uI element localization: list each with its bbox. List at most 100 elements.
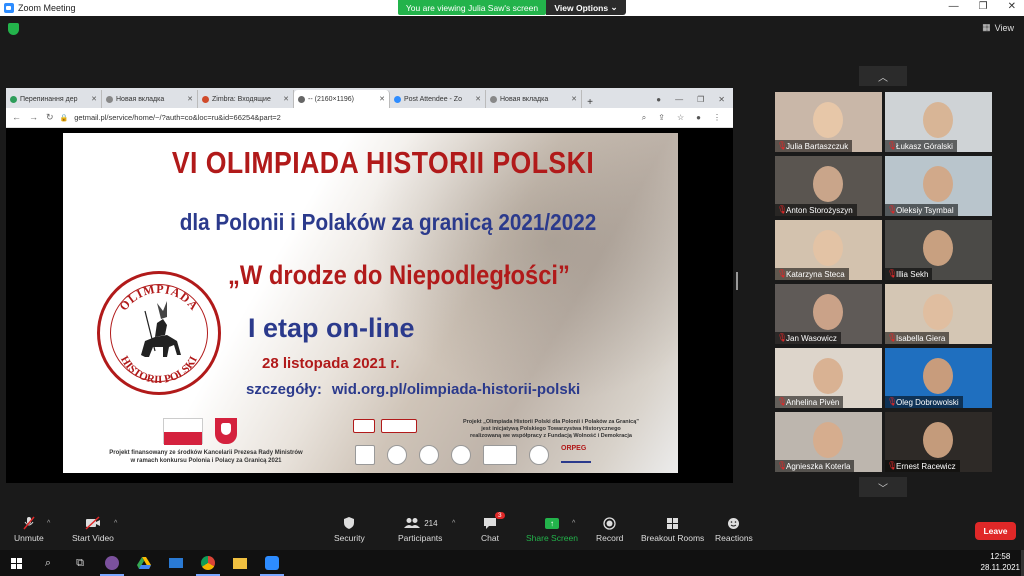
back-icon[interactable]: ← [12,112,21,123]
tab-close-icon[interactable]: ✕ [187,95,193,103]
reactions-button[interactable]: Reactions [715,516,753,543]
chat-button[interactable]: 3 Chat [481,512,505,543]
project-line: Projekt „Olimpiada Historii Polski dla P… [462,419,640,425]
forward-icon[interactable]: → [29,112,38,123]
close-icon[interactable]: ✕ [1008,1,1016,12]
browser-tab-active[interactable]: -- (2160×1196) ✕ [294,90,390,108]
breakout-rooms-label: Breakout Rooms [641,533,705,543]
mail-icon[interactable] [160,550,192,576]
chat-label: Chat [481,533,499,543]
tab-label: Перепинання дер [20,95,78,103]
window-controls: — ❐ ✕ [949,1,1016,12]
partner-logos-top [353,419,417,433]
breakout-rooms-button[interactable]: Breakout Rooms [641,516,704,543]
participant-video [813,294,843,330]
participant-tile[interactable]: 🎙 Jan Wasowicz [775,284,882,344]
participant-tile[interactable]: 🎙 Julia Bartaszczuk [775,92,882,152]
task-view-icon[interactable]: ⧉ [64,550,96,576]
view-label: View [994,22,1014,33]
project-line: jest inicjatywą Polskiego Towarzystwa Hi… [481,426,621,432]
muted-mic-icon: 🎙 [777,205,788,214]
browser-tab[interactable]: Zimbra: Входящие ✕ [198,90,294,108]
share-icon[interactable]: ⇪ [658,113,665,123]
participant-tile[interactable]: 🎙 Oleksiy Tsymbal [885,156,992,216]
zoom-taskbar-icon[interactable] [256,550,288,576]
institution-logo-icon [419,445,439,465]
tab-search-icon[interactable]: ● [656,95,661,104]
tab-close-icon[interactable]: ✕ [571,95,577,103]
browser-tab[interactable]: Новая вкладка ✕ [102,90,198,108]
minimize-icon[interactable]: — [675,95,683,104]
gallery-prev-button[interactable]: ︿ [859,66,907,86]
partner-logos-bottom: ORPEG [355,445,591,465]
restore-icon[interactable]: ❐ [697,95,704,104]
browser-tab[interactable]: Перепинання дер ✕ [6,90,102,108]
security-button[interactable]: Security [334,516,365,543]
participant-tile[interactable]: 🎙 Ernest Racewicz [885,412,992,472]
tab-close-icon[interactable]: ✕ [379,95,385,103]
chevron-down-icon: ⌄ [610,2,618,12]
zoom-icon [394,95,401,103]
system-clock[interactable]: 12:58 28.11.2021 [981,551,1020,573]
browser-tab[interactable]: Новая вкладка ✕ [486,90,582,108]
profile-icon[interactable]: ● [696,113,701,123]
record-button[interactable]: Record [596,516,623,543]
participant-tile[interactable]: 🎙 Katarzyna Steca [775,220,882,280]
windows-start-icon[interactable] [0,550,32,576]
participant-tile[interactable]: 🎙 Illia Sekh [885,220,992,280]
participant-tile[interactable]: 🎙 Agnieszka Koterla [775,412,882,472]
bookmark-star-icon[interactable]: ☆ [677,113,684,123]
view-options-button[interactable]: View Options ⌄ [546,0,626,15]
video-options-caret[interactable]: ^ [114,516,117,530]
security-shield-icon[interactable] [8,23,19,35]
browser-tab[interactable]: Post Attendee - Zo ✕ [390,90,486,108]
zoom-logo-icon [4,3,14,13]
security-label: Security [334,533,365,543]
reload-icon[interactable]: ↻ [46,112,54,123]
minimize-icon[interactable]: — [949,1,959,12]
participant-video [923,230,953,266]
grid-icon: ▦ [982,22,991,32]
chat-icon [483,516,497,530]
google-drive-icon[interactable] [128,550,160,576]
share-options-caret[interactable]: ^ [572,516,575,530]
tab-label: Zimbra: Входящие [212,95,271,103]
search-icon[interactable]: ⌕ [32,550,64,576]
details-link[interactable]: wid.org.pl/olimpiada-historii-polski [332,381,580,398]
tab-close-icon[interactable]: ✕ [283,95,289,103]
participant-tile[interactable]: 🎙 Oleg Dobrowolski [885,348,992,408]
close-icon[interactable]: ✕ [718,95,725,104]
chrome-icon[interactable] [192,550,224,576]
participant-tile[interactable]: 🎙 Anton Storożyszyn [775,156,882,216]
split-drag-handle[interactable] [736,272,738,290]
project-note: Projekt „Olimpiada Historii Polski dla P… [445,419,657,440]
lock-icon[interactable]: 🔒 [60,114,69,122]
participant-name: Anton Storożyszyn [786,205,853,215]
participants-options-caret[interactable]: ^ [452,516,455,530]
participant-tile[interactable]: 🎙 Anhelina Pivėn [775,348,882,408]
participant-name: Julia Bartaszczuk [786,141,849,151]
gallery-next-button[interactable]: ﹀ [859,477,907,497]
share-screen-button[interactable]: ↑ Share Screen [526,516,578,543]
file-explorer-icon[interactable] [224,550,256,576]
url-field[interactable]: getmail.pl/service/home/~/?auth=co&loc=r… [74,113,642,122]
university-logo-icon [451,445,471,465]
leave-button[interactable]: Leave [975,522,1016,540]
participant-name-bar: 🎙 Anton Storożyszyn [775,204,857,216]
tab-close-icon[interactable]: ✕ [91,95,97,103]
participant-tile[interactable]: 🎙 Isabella Giera [885,284,992,344]
start-video-button[interactable]: Start Video [72,516,114,543]
funding-line: Projekt finansowany ze środków Kancelari… [109,450,303,456]
participant-tile[interactable]: 🎙 Łukasz Góralski [885,92,992,152]
participant-name: Oleg Dobrowolski [896,397,959,407]
unmute-button[interactable]: Unmute [14,516,44,543]
menu-dots-icon[interactable]: ⋮ [713,113,721,123]
audio-options-caret[interactable]: ^ [47,516,50,530]
viber-icon[interactable] [96,550,128,576]
zoom-magnifier-icon[interactable]: ⌕ [642,113,646,123]
participants-button[interactable]: 214 Participants [398,516,442,543]
view-button[interactable]: ▦ View [982,22,1014,33]
new-tab-icon[interactable]: + [582,97,598,108]
maximize-icon[interactable]: ❐ [979,1,988,12]
tab-close-icon[interactable]: ✕ [475,95,481,103]
